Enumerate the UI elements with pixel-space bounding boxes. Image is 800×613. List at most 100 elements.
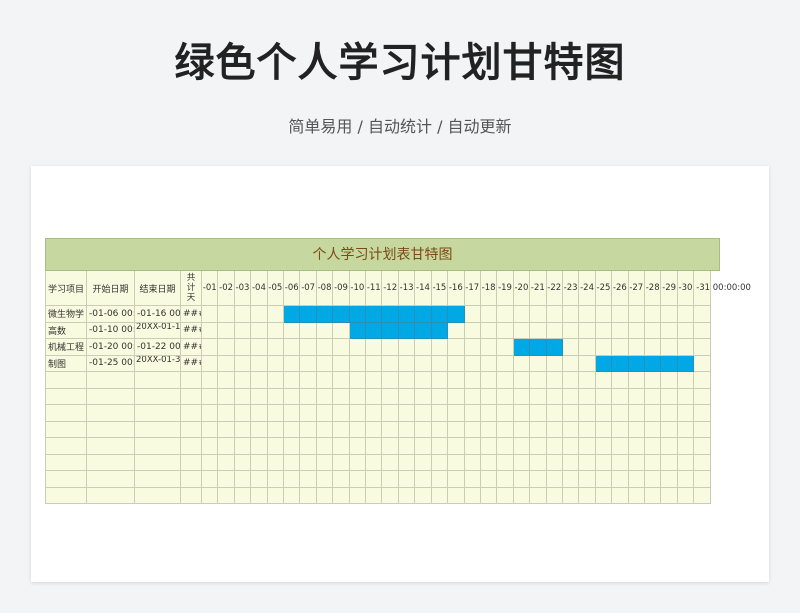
empty-cell[interactable] <box>333 438 350 455</box>
gantt-day-cell[interactable] <box>251 322 268 339</box>
gantt-day-cell[interactable] <box>284 322 301 339</box>
day-column-header[interactable]: -08 <box>316 271 334 306</box>
empty-cell[interactable] <box>333 454 350 471</box>
gantt-day-cell[interactable] <box>316 322 334 339</box>
gantt-bar-cell[interactable] <box>612 355 629 372</box>
empty-cell[interactable] <box>661 438 678 455</box>
gantt-day-cell[interactable] <box>464 322 481 339</box>
empty-cell[interactable] <box>202 454 219 471</box>
empty-cell[interactable] <box>431 454 449 471</box>
gantt-day-cell[interactable] <box>579 322 596 339</box>
empty-cell[interactable] <box>349 454 367 471</box>
gantt-bar-cell[interactable] <box>628 355 645 372</box>
empty-cell[interactable] <box>267 454 285 471</box>
empty-cell[interactable] <box>628 388 645 405</box>
day-column-header[interactable]: -21 <box>530 271 547 306</box>
gantt-day-cell[interactable] <box>284 339 301 356</box>
day-column-header[interactable]: -28 <box>644 271 662 306</box>
empty-cell[interactable] <box>694 421 711 438</box>
header-total-days[interactable]: 共计天 <box>181 271 202 306</box>
empty-cell[interactable] <box>546 388 563 405</box>
gantt-day-cell[interactable] <box>234 306 252 323</box>
empty-cell[interactable] <box>316 405 334 422</box>
empty-cell[interactable] <box>628 438 645 455</box>
empty-cell[interactable] <box>644 388 662 405</box>
gantt-day-cell[interactable] <box>218 322 235 339</box>
empty-cell[interactable] <box>135 438 181 455</box>
gantt-day-cell[interactable] <box>497 339 514 356</box>
empty-cell[interactable] <box>349 471 367 488</box>
empty-cell[interactable] <box>546 487 563 504</box>
row-end-date[interactable]: 20XX-01-15 <box>135 322 181 339</box>
empty-cell[interactable] <box>181 388 202 405</box>
empty-cell[interactable] <box>595 438 613 455</box>
empty-cell[interactable] <box>513 487 531 504</box>
row-item-name[interactable]: 制图 <box>45 355 87 372</box>
empty-cell[interactable] <box>480 421 498 438</box>
empty-cell[interactable] <box>45 388 87 405</box>
gantt-day-cell[interactable] <box>530 306 547 323</box>
empty-cell[interactable] <box>251 421 268 438</box>
gantt-bar-cell[interactable] <box>333 306 350 323</box>
empty-cell[interactable] <box>398 487 416 504</box>
gantt-day-cell[interactable] <box>218 306 235 323</box>
empty-cell[interactable] <box>644 421 662 438</box>
gantt-day-cell[interactable] <box>694 322 711 339</box>
empty-cell[interactable] <box>497 388 514 405</box>
gantt-day-cell[interactable] <box>316 339 334 356</box>
empty-cell[interactable] <box>218 454 235 471</box>
empty-cell[interactable] <box>464 487 481 504</box>
empty-cell[interactable] <box>284 421 301 438</box>
empty-cell[interactable] <box>612 454 629 471</box>
empty-cell[interactable] <box>366 388 383 405</box>
empty-cell[interactable] <box>267 405 285 422</box>
empty-cell[interactable] <box>530 372 547 389</box>
empty-cell[interactable] <box>497 438 514 455</box>
empty-cell[interactable] <box>135 421 181 438</box>
empty-cell[interactable] <box>45 438 87 455</box>
empty-cell[interactable] <box>480 405 498 422</box>
day-column-header[interactable]: -15 <box>431 271 449 306</box>
empty-cell[interactable] <box>661 487 678 504</box>
empty-cell[interactable] <box>316 487 334 504</box>
empty-cell[interactable] <box>612 372 629 389</box>
row-total-days[interactable]: ### <box>181 322 202 339</box>
gantt-day-cell[interactable] <box>448 322 465 339</box>
empty-cell[interactable] <box>218 405 235 422</box>
empty-cell[interactable] <box>45 372 87 389</box>
empty-cell[interactable] <box>181 438 202 455</box>
empty-cell[interactable] <box>448 372 465 389</box>
gantt-bar-cell[interactable] <box>316 306 334 323</box>
empty-cell[interactable] <box>464 421 481 438</box>
gantt-day-cell[interactable] <box>284 355 301 372</box>
empty-cell[interactable] <box>398 388 416 405</box>
empty-cell[interactable] <box>595 372 613 389</box>
empty-cell[interactable] <box>284 487 301 504</box>
row-total-days[interactable]: ### <box>181 306 202 323</box>
empty-cell[interactable] <box>316 471 334 488</box>
empty-cell[interactable] <box>644 438 662 455</box>
empty-cell[interactable] <box>661 372 678 389</box>
empty-cell[interactable] <box>612 438 629 455</box>
empty-cell[interactable] <box>677 405 695 422</box>
empty-cell[interactable] <box>202 405 219 422</box>
empty-cell[interactable] <box>431 487 449 504</box>
empty-cell[interactable] <box>415 438 432 455</box>
empty-cell[interactable] <box>694 454 711 471</box>
empty-cell[interactable] <box>202 421 219 438</box>
empty-cell[interactable] <box>562 487 580 504</box>
empty-cell[interactable] <box>366 438 383 455</box>
empty-cell[interactable] <box>661 388 678 405</box>
empty-cell[interactable] <box>661 454 678 471</box>
empty-cell[interactable] <box>45 487 87 504</box>
day-column-header[interactable]: -26 <box>612 271 629 306</box>
empty-cell[interactable] <box>448 471 465 488</box>
gantt-day-cell[interactable] <box>612 339 629 356</box>
gantt-day-cell[interactable] <box>562 306 580 323</box>
gantt-day-cell[interactable] <box>562 355 580 372</box>
empty-cell[interactable] <box>267 471 285 488</box>
empty-cell[interactable] <box>694 487 711 504</box>
gantt-day-cell[interactable] <box>251 355 268 372</box>
empty-cell[interactable] <box>300 405 317 422</box>
empty-cell[interactable] <box>45 471 87 488</box>
